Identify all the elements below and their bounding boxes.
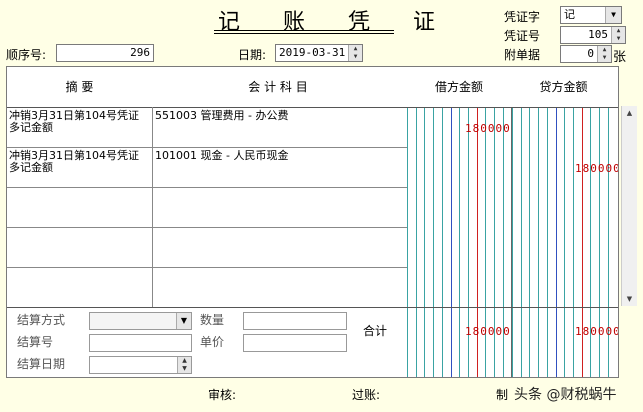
attach-value: 0: [587, 47, 594, 60]
post-label: 过账:: [352, 388, 381, 402]
voucher-no-field[interactable]: 105 ▲ ▼: [560, 26, 626, 44]
amount-digit-line: [564, 107, 565, 377]
amount-digit-line: [407, 107, 408, 377]
amount-digit-line: [451, 107, 452, 377]
chevron-down-icon[interactable]: ▼: [605, 7, 621, 23]
amount-digit-line: [459, 107, 460, 377]
amount-digit-line: [573, 107, 574, 377]
col-divider: [152, 107, 153, 307]
grid-scrollbar[interactable]: ▲ ▼: [621, 106, 637, 306]
attach-spinner[interactable]: ▲ ▼: [597, 46, 611, 62]
voucher-no-value: 105: [588, 28, 608, 41]
scroll-down-icon[interactable]: ▼: [622, 292, 637, 306]
seq-value: 296: [130, 46, 150, 59]
price-input[interactable]: [243, 334, 347, 352]
total-credit: 180000: [575, 325, 619, 338]
voucher-grid: 摘 要 会 计 科 目 借方金额 贷方金额 冲销3月31日第104号凭证 多记金…: [6, 66, 619, 378]
col-credit-header: 贷方金额: [539, 80, 588, 94]
settle-method-select[interactable]: ▼: [89, 312, 192, 330]
qty-label: 数量: [200, 313, 225, 327]
date-spinner[interactable]: ▲ ▼: [348, 45, 362, 61]
row-divider: [7, 147, 407, 148]
row-divider: [7, 227, 407, 228]
date-label: 日期:: [238, 48, 267, 62]
voucher-type-select[interactable]: 记 ▼: [560, 6, 622, 24]
row-divider: [7, 267, 407, 268]
row2-summary[interactable]: 冲销3月31日第104号凭证 多记金额: [9, 150, 139, 174]
settle-method-label: 结算方式: [17, 313, 66, 327]
header-divider: [7, 107, 618, 108]
row1-debit[interactable]: 180000: [465, 122, 511, 135]
maker-label: 制: [496, 388, 509, 402]
settle-no-input[interactable]: [89, 334, 192, 352]
chevron-down-icon[interactable]: ▼: [176, 313, 191, 329]
amount-digit-line: [442, 107, 443, 377]
settle-no-label: 结算号: [17, 335, 54, 349]
amount-digit-line: [547, 107, 548, 377]
col-debit-header: 借方金额: [434, 80, 483, 94]
total-label: 合计: [363, 324, 388, 338]
watermark: 头条 @财税蜗牛: [514, 387, 617, 403]
attach-field[interactable]: 0 ▲ ▼: [560, 45, 612, 63]
amount-digit-line: [512, 107, 513, 377]
settle-date-input[interactable]: ▲ ▼: [89, 356, 192, 374]
row2-account[interactable]: 101001 现金 - 人民币现金: [155, 150, 288, 162]
scroll-up-icon[interactable]: ▲: [622, 106, 637, 120]
voucher-title: 记 账 凭 证: [218, 10, 453, 35]
amount-digit-line: [521, 107, 522, 377]
review-label: 审核:: [208, 388, 237, 402]
title-underline-2: [214, 33, 394, 34]
settle-date-label: 结算日期: [17, 357, 66, 371]
amount-digit-line: [511, 107, 512, 377]
amount-digit-line: [416, 107, 417, 377]
amount-digit-line: [424, 107, 425, 377]
price-label: 单价: [200, 335, 225, 349]
amount-digit-line: [433, 107, 434, 377]
attach-label: 附单据: [504, 48, 541, 62]
row2-credit[interactable]: 180000: [575, 162, 618, 175]
amount-digit-line: [538, 107, 539, 377]
row1-account[interactable]: 551003 管理费用 - 办公费: [155, 110, 288, 122]
total-debit: 180000: [465, 325, 511, 338]
seq-field[interactable]: 296: [56, 44, 154, 62]
qty-input[interactable]: [243, 312, 347, 330]
col-account-header: 会 计 科 目: [248, 80, 308, 94]
row1-summary[interactable]: 冲销3月31日第104号凭证 多记金额: [9, 110, 139, 134]
amount-digit-line: [529, 107, 530, 377]
voucher-no-spinner[interactable]: ▲ ▼: [611, 27, 625, 43]
title-underline: [214, 30, 394, 31]
voucher-no-label: 凭证号: [504, 29, 541, 43]
amount-digit-line: [556, 107, 557, 377]
voucher-type-value: 记: [564, 8, 575, 21]
row-divider: [7, 187, 407, 188]
settle-date-spinner[interactable]: ▲ ▼: [177, 357, 191, 373]
col-summary-header: 摘 要: [65, 80, 94, 94]
seq-label: 顺序号:: [6, 48, 47, 62]
date-value: 2019-03-31: [279, 46, 346, 59]
row-divider: [7, 307, 618, 308]
attach-unit: 张: [613, 50, 627, 65]
voucher-type-label: 凭证字: [504, 10, 541, 24]
date-field[interactable]: 2019-03-31 ▲ ▼: [275, 44, 363, 62]
